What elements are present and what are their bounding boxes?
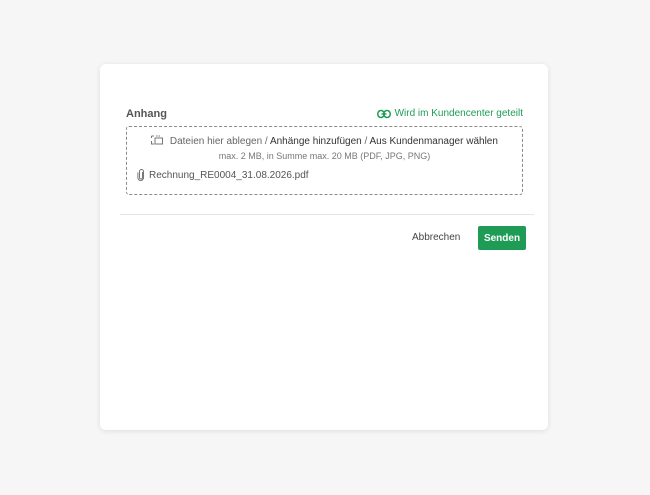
dropzone-limits: max. 2 MB, in Summe max. 20 MB (PDF, JPG… (218, 151, 431, 161)
dropzone-separator: / (364, 136, 368, 147)
upload-icon (151, 135, 164, 145)
share-link-label: Wird im Kundencenter geteilt (394, 108, 523, 119)
attachment-dropzone[interactable]: Dateien hier ablegen / Anhänge hinzufüge… (126, 126, 523, 195)
share-in-customer-center-link[interactable]: Wird im Kundencenter geteilt (376, 108, 523, 119)
choose-from-customer-manager-link[interactable]: Aus Kundenmanager wählen (369, 136, 497, 147)
add-attachments-link[interactable]: Anhänge hinzufügen (270, 136, 362, 147)
drop-text: Dateien hier ablegen / (169, 136, 268, 147)
dropzone-instructions: Dateien hier ablegen / Anhänge hinzufüge… (127, 135, 522, 147)
paperclip-icon (137, 169, 144, 181)
link-icon (376, 109, 391, 118)
send-button[interactable]: Senden (478, 226, 526, 250)
cancel-button[interactable]: Abbrechen (412, 232, 460, 243)
email-dialog: Anhang Wird im Kundencenter geteilt Date… (100, 64, 548, 430)
attachment-header: Anhang Wird im Kundencenter geteilt (126, 106, 523, 122)
attachment-file-item[interactable]: Rechnung_RE0004_31.08.2026.pdf (137, 169, 309, 181)
footer-divider (120, 214, 534, 215)
attachment-file-name: Rechnung_RE0004_31.08.2026.pdf (149, 169, 309, 181)
attachment-title: Anhang (126, 108, 167, 120)
